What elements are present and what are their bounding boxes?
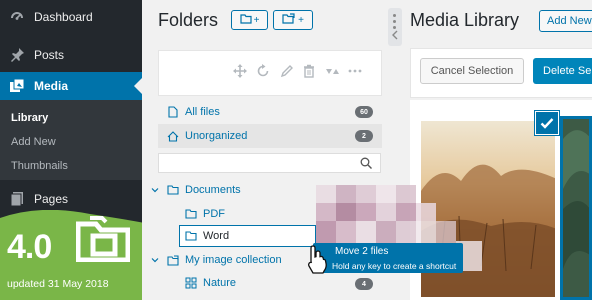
- menu-item-dashboard[interactable]: Dashboard: [0, 3, 142, 31]
- search-icon: [360, 157, 372, 172]
- drag-shortcut-hint: Hold any key to create a shortcut: [332, 261, 457, 271]
- folder-logo-icon: [75, 214, 131, 265]
- all-files-item[interactable]: All files: [167, 101, 220, 123]
- folder-nature-label: Nature: [203, 277, 237, 289]
- plugin-version: 4.0: [7, 228, 52, 266]
- pin-icon: [9, 47, 25, 63]
- caret-down-icon[interactable]: [151, 186, 159, 194]
- media-library-title: Media Library: [410, 10, 520, 30]
- home-icon: [167, 130, 179, 142]
- add-category-plus: +: [298, 14, 304, 26]
- submenu-thumbnails[interactable]: Thumbnails: [11, 160, 68, 172]
- more-icon[interactable]: [348, 64, 362, 78]
- unorganized-count: 2: [355, 130, 373, 142]
- dashboard-icon: [9, 9, 25, 25]
- hand-cursor-icon: [307, 244, 329, 277]
- trash-icon[interactable]: [302, 64, 316, 78]
- folder-my-image-collection-label: My image collection: [185, 254, 282, 266]
- refresh-icon[interactable]: [256, 64, 270, 78]
- drag-move-label: Move 2 files: [335, 246, 389, 257]
- folder-search-input[interactable]: [158, 153, 381, 173]
- chevron-left-icon[interactable]: [391, 30, 399, 43]
- add-new-button[interactable]: Add New: [539, 10, 592, 32]
- media-thumbnail-leaves[interactable]: [560, 116, 592, 300]
- sort-icon[interactable]: [325, 64, 339, 78]
- menu-label-dashboard: Dashboard: [34, 10, 93, 24]
- unorganized-label: Unorganized: [185, 130, 248, 142]
- all-files-label: All files: [185, 106, 220, 118]
- cancel-selection-button[interactable]: Cancel Selection: [420, 58, 524, 84]
- menu-label-media: Media: [34, 79, 69, 93]
- folder-icon: [239, 13, 252, 27]
- folder-my-image-collection[interactable]: My image collection: [167, 249, 282, 271]
- pages-icon: [9, 191, 25, 207]
- menu-label-posts: Posts: [34, 48, 65, 62]
- caret-down-icon[interactable]: [151, 256, 159, 264]
- unorganized-item[interactable]: Unorganized: [167, 125, 247, 147]
- file-icon: [167, 106, 179, 118]
- move-icon[interactable]: [233, 64, 247, 78]
- folder-nature[interactable]: Nature: [185, 272, 236, 294]
- add-category-button[interactable]: +: [273, 10, 313, 30]
- menu-item-posts[interactable]: Posts: [0, 41, 142, 69]
- add-folder-plus: +: [253, 14, 260, 26]
- all-files-count: 60: [355, 106, 373, 118]
- folder-icon: [185, 208, 197, 220]
- folder-word[interactable]: Word: [185, 225, 229, 247]
- folder-grid-icon: [185, 277, 197, 289]
- folder-word-label: Word: [203, 230, 230, 242]
- folder-pdf-label: PDF: [203, 208, 225, 220]
- menu-item-pages[interactable]: Pages: [0, 185, 142, 213]
- delete-selected-button[interactable]: Delete Selected: [533, 58, 592, 84]
- folder-documents[interactable]: Documents: [167, 179, 241, 201]
- folder-icon: [167, 184, 179, 196]
- menu-label-pages: Pages: [34, 192, 69, 206]
- edit-icon[interactable]: [280, 64, 294, 78]
- folder-documents-label: Documents: [185, 184, 241, 196]
- submenu-add-new[interactable]: Add New: [11, 136, 56, 148]
- media-icon: [9, 78, 25, 94]
- add-folder-button[interactable]: +: [231, 10, 268, 30]
- folder-pdf[interactable]: PDF: [185, 203, 225, 225]
- menu-item-media[interactable]: Media: [0, 72, 142, 100]
- folder-tag-icon: [167, 254, 179, 266]
- selected-checkmark-icon[interactable]: [535, 111, 559, 135]
- submenu-library[interactable]: Library: [11, 112, 48, 124]
- folder-tag-icon: [282, 13, 296, 27]
- update-date: updated 31 May 2018: [7, 278, 109, 290]
- folders-title: Folders: [158, 10, 219, 30]
- folder-icon: [185, 230, 197, 242]
